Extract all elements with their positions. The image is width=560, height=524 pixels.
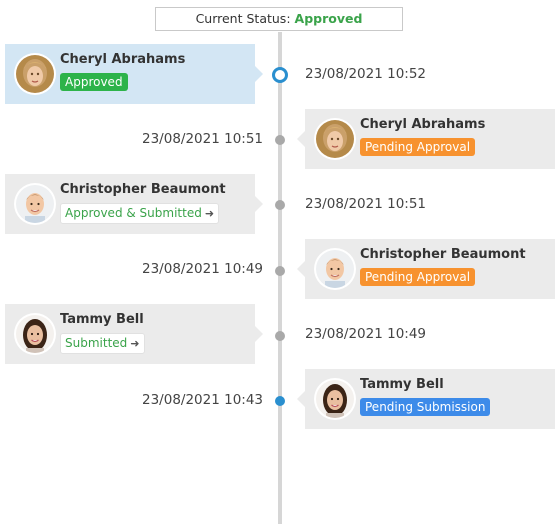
timeline-dot [275,266,285,276]
timeline-line [278,32,282,524]
arrow-right-icon: ➜ [130,337,140,350]
event-time: 23/08/2021 10:49 [142,261,264,277]
timeline-card[interactable]: Tammy Bell Pending Submission [297,369,555,429]
timeline-card[interactable]: Cheryl Abrahams Approved [5,44,263,104]
timeline-dot-current [272,67,288,83]
avatar-cheryl-abrahams [316,120,354,158]
timeline-dot [275,200,285,210]
event-time: 23/08/2021 10:51 [142,131,264,147]
avatar-tammy-bell [316,380,354,418]
status-label: Current Status: [195,11,291,26]
current-status-box: Current Status: Approved [155,7,403,31]
timeline-dot [275,135,285,145]
event-time: 23/08/2021 10:51 [305,196,427,212]
status-badge: Submitted ➜ [60,333,145,354]
event-time: 23/08/2021 10:52 [305,66,427,82]
avatar-christopher-beaumont [16,185,54,223]
event-time: 23/08/2021 10:43 [142,392,264,408]
status-badge: Approved [60,73,128,91]
status-badge: Pending Approval [360,138,476,156]
user-name: Cheryl Abrahams [60,52,186,67]
avatar-christopher-beaumont [316,250,354,288]
status-badge: Approved & Submitted ➜ [60,203,220,224]
avatar-tammy-bell [16,315,54,353]
user-name: Tammy Bell [360,377,444,392]
user-name: Cheryl Abrahams [360,117,486,132]
timeline-dot [275,331,285,341]
timeline-card[interactable]: Tammy Bell Submitted ➜ [5,304,263,364]
avatar-cheryl-abrahams [16,55,54,93]
status-value: Approved [294,11,363,26]
timeline-card[interactable]: Christopher Beaumont Approved & Submitte… [5,174,263,234]
timeline-card[interactable]: Cheryl Abrahams Pending Approval [297,109,555,169]
user-name: Christopher Beaumont [360,247,526,262]
arrow-right-icon: ➜ [204,207,215,220]
event-time: 23/08/2021 10:49 [305,326,427,342]
user-name: Tammy Bell [60,312,144,327]
timeline-card[interactable]: Christopher Beaumont Pending Approval [297,239,555,299]
status-badge: Pending Approval [360,268,476,286]
user-name: Christopher Beaumont [60,182,226,197]
status-badge: Pending Submission [360,398,491,416]
timeline-dot-origin [275,396,285,406]
